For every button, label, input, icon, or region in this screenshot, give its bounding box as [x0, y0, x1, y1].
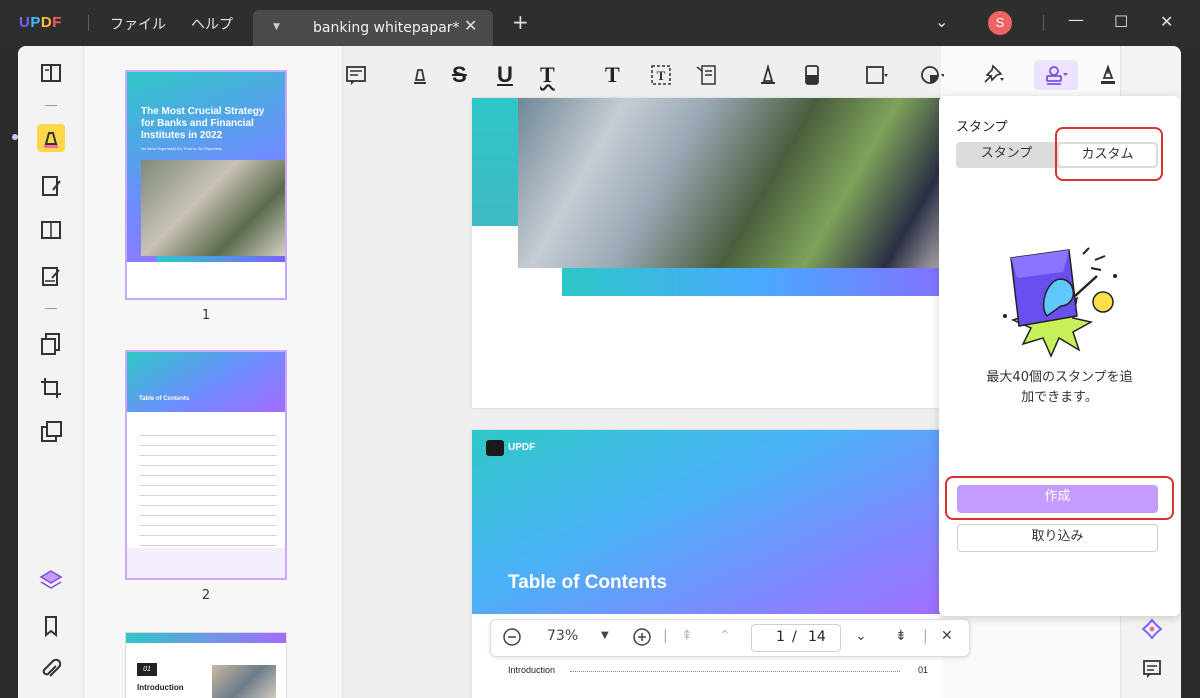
avatar[interactable]: S [988, 11, 1012, 35]
updf-brand-icon [486, 440, 504, 456]
toc-entry: Introduction [508, 665, 556, 675]
thumbnail-subtitle: No More Expenses! It's Time to Go Paperl… [141, 146, 222, 151]
thumbnail-panel: The Most Crucial Strategy for Banks and … [84, 46, 343, 698]
zoom-level[interactable]: 73% [547, 628, 578, 644]
thumbnail-toc-title: Table of Contents [139, 396, 190, 402]
document-page-2: UPDF Table of Contents Introduction 01 [472, 430, 941, 698]
attachment-icon[interactable] [37, 656, 65, 684]
title-bar: UPDF ファイル ヘルプ ▼ banking whitepapar* ✕ + … [0, 0, 1200, 46]
layers-icon[interactable] [37, 566, 65, 594]
organize-pages-icon[interactable] [37, 330, 65, 358]
crop-icon[interactable] [37, 374, 65, 402]
close-tab-icon[interactable]: ✕ [464, 16, 477, 35]
page-layout-icon[interactable] [37, 216, 65, 244]
comment-tool-icon[interactable] [37, 124, 65, 152]
bookmark-icon[interactable] [37, 612, 65, 640]
stamp-tool-icon[interactable] [1034, 60, 1078, 90]
thumbnail-section-title: Introduction [137, 683, 184, 692]
svg-text:T: T [657, 68, 666, 83]
pencil-icon[interactable] [756, 62, 780, 88]
toc-heading: Table of Contents [508, 572, 668, 593]
tab-dropdown-icon[interactable]: ▼ [273, 22, 280, 32]
import-stamp-button[interactable]: 取り込み [957, 524, 1158, 552]
zoom-in-icon[interactable] [631, 626, 653, 652]
left-toolbar [18, 46, 84, 698]
edit-pdf-icon[interactable] [37, 172, 65, 200]
divider [1043, 15, 1044, 31]
comments-list-icon[interactable] [1141, 658, 1163, 680]
highlight-box [1055, 127, 1163, 181]
ai-assistant-icon[interactable] [1141, 618, 1163, 640]
stamp-panel: スタンプ スタンプ カスタム 最大40個のスタンプを追 加できます。 作成 取り… [939, 96, 1180, 616]
close-navigation-icon[interactable]: ✕ [941, 628, 953, 644]
toc-entry-page: 01 [918, 665, 929, 675]
divider: | [663, 628, 668, 644]
page-number-2: 2 [201, 588, 211, 603]
current-page[interactable]: 1 [776, 629, 785, 645]
tab-title: banking whitepapar* [313, 20, 460, 36]
signature-icon[interactable] [1096, 62, 1120, 88]
divider [45, 105, 57, 106]
previous-page-icon[interactable]: ⌃ [719, 628, 731, 644]
page-thumbnail-2[interactable]: Table of Contents [125, 350, 287, 580]
divider: | [923, 628, 928, 644]
menu-help[interactable]: ヘルプ [191, 14, 233, 34]
stamp-limit-description: 最大40個のスタンプを追 加できます。 [986, 370, 1133, 405]
page-input-box[interactable]: 1 / 14 [751, 624, 841, 652]
close-window-icon[interactable]: ✕ [1160, 12, 1173, 31]
thumbnail-title: The Most Crucial Strategy for Banks and … [141, 106, 265, 141]
minimize-icon[interactable]: — [1068, 10, 1084, 29]
panel-title: スタンプ [956, 120, 1008, 135]
page-thumbnail-1[interactable]: The Most Crucial Strategy for Banks and … [125, 70, 287, 300]
page-thumbnail-3[interactable]: 01 Introduction [125, 632, 287, 698]
custom-stamp-illustration [991, 246, 1127, 362]
shape-rectangle-icon[interactable] [864, 62, 888, 88]
document-tab[interactable]: ▼ banking whitepapar* ✕ [253, 10, 493, 46]
menu-file[interactable]: ファイル [110, 14, 166, 34]
new-tab-icon[interactable]: + [512, 12, 529, 32]
text-box-icon[interactable]: T [649, 62, 673, 88]
sticky-note-icon[interactable] [344, 62, 368, 88]
underline-icon[interactable]: U [497, 62, 513, 88]
last-page-icon[interactable]: ⇟ [895, 628, 907, 644]
create-stamp-button[interactable]: 作成 [957, 485, 1158, 513]
document-canvas[interactable]: UPDF Table of Contents Introduction 01 [343, 46, 941, 698]
thumbnail-photo [141, 160, 285, 256]
brand-name: UPDF [508, 442, 536, 453]
page-navigation-bar: 73% ▼ | ⇞ ⌃ 1 / 14 ⌄ ⇟ | ✕ [490, 619, 970, 657]
sticker-icon[interactable] [920, 62, 944, 88]
app-window: The Most Crucial Strategy for Banks and … [18, 46, 1181, 698]
maximize-icon[interactable]: ☐ [1114, 12, 1128, 31]
highlighter-icon[interactable] [408, 62, 432, 88]
next-page-icon[interactable]: ⌄ [855, 628, 867, 644]
form-edit-icon[interactable] [37, 262, 65, 290]
chevron-down-icon[interactable]: ⌄ [935, 12, 948, 31]
zoom-dropdown-icon[interactable]: ▼ [601, 630, 609, 641]
page-number-1: 1 [201, 308, 211, 323]
eraser-icon[interactable] [800, 62, 824, 88]
squiggly-icon[interactable]: T [540, 62, 555, 88]
divider [45, 308, 57, 309]
updf-logo: UPDF [19, 14, 62, 31]
first-page-icon[interactable]: ⇞ [681, 628, 693, 644]
divider [88, 15, 89, 31]
zoom-out-icon[interactable] [501, 626, 523, 652]
pin-icon[interactable] [980, 62, 1004, 88]
reader-icon[interactable] [37, 60, 65, 88]
text-callout-icon[interactable] [694, 62, 718, 88]
total-pages: 14 [808, 629, 826, 645]
document-photo [518, 98, 941, 268]
page-separator: / [792, 629, 797, 645]
thumbnail-section-number: 01 [137, 663, 157, 676]
convert-icon[interactable] [37, 418, 65, 446]
tab-stamp[interactable]: スタンプ [956, 142, 1057, 168]
panel-indicator-dot [12, 134, 18, 140]
strikethrough-icon[interactable]: S [452, 62, 467, 88]
document-page-1 [472, 98, 941, 408]
text-icon[interactable]: T [605, 62, 620, 88]
